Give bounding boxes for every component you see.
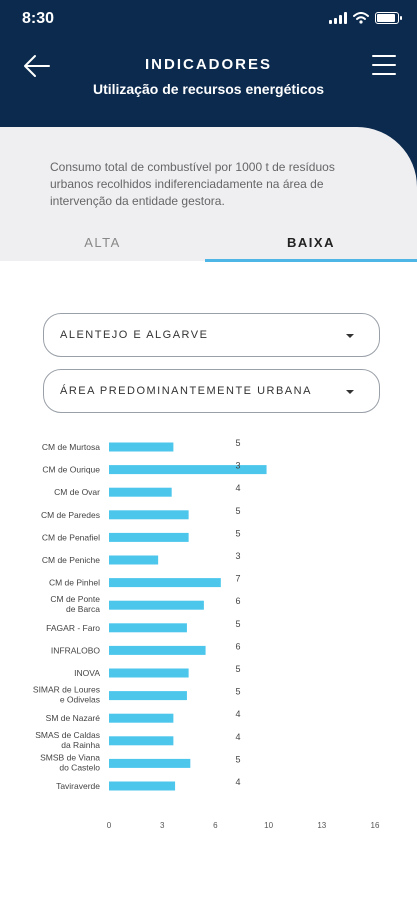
data-label: 6 — [235, 596, 240, 606]
bar — [109, 555, 159, 565]
x-tick-label: 10 — [264, 821, 273, 830]
data-label: 5 — [235, 687, 240, 697]
data-label: 3 — [235, 551, 240, 561]
bar — [109, 487, 172, 497]
bar — [109, 578, 221, 588]
chevron-down-icon — [346, 390, 354, 394]
bar — [109, 781, 176, 791]
chevron-down-icon — [346, 334, 354, 338]
data-label: 4 — [235, 709, 240, 719]
category-label: FAGAR - Faro — [46, 623, 100, 633]
bar — [109, 600, 204, 610]
x-tick-label: 6 — [213, 821, 218, 830]
hamburger-menu-icon[interactable] — [371, 52, 397, 78]
battery-fill — [377, 14, 395, 22]
category-label: Taviraverde — [56, 781, 100, 791]
tab-alta[interactable]: ALTA — [0, 235, 205, 261]
data-label: 5 — [235, 754, 240, 764]
data-label: 4 — [235, 732, 240, 742]
bar — [109, 736, 174, 746]
category-label: CM de Pinhel — [49, 578, 100, 588]
bar — [109, 510, 189, 520]
category-label: SM de Nazaré — [46, 713, 101, 723]
area-type-select-value: ÁREA PREDOMINANTEMENTE URBANA — [60, 385, 312, 397]
bar — [109, 691, 187, 701]
category-label: CM de Peniche — [42, 555, 100, 565]
indicator-description: Consumo total de combustível por 1000 t … — [50, 160, 335, 208]
x-tick-label: 16 — [371, 821, 380, 830]
bar-chart: CM de Murtosa 5 CM de Ourique 3 CM de Ovar 4 C… — [33, 438, 380, 830]
data-label: 5 — [235, 506, 240, 516]
region-select[interactable]: ALENTEJO E ALGARVE — [43, 313, 380, 357]
active-tab-indicator — [205, 259, 417, 262]
page-title: INDICADORES — [144, 56, 272, 73]
category-label: CM de Ovar — [54, 487, 100, 497]
data-label: 3 — [235, 461, 240, 471]
data-label: 4 — [235, 483, 240, 493]
x-tick-label: 0 — [107, 821, 112, 830]
category-label: CM de Penafiel — [42, 532, 100, 542]
bar — [109, 532, 189, 542]
data-label: 5 — [235, 664, 240, 674]
bar — [109, 645, 206, 655]
bar — [109, 668, 189, 678]
data-label: 5 — [235, 438, 240, 448]
category-label: CM de Murtosa — [42, 442, 100, 452]
bar — [109, 442, 174, 452]
status-icons — [329, 12, 402, 24]
category-label: INOVA — [74, 668, 100, 678]
data-label: 6 — [235, 641, 240, 651]
signal-icon — [329, 12, 347, 24]
battery-icon — [375, 12, 402, 24]
data-label: 4 — [235, 777, 240, 787]
tab-baixa[interactable]: BAIXA — [205, 235, 417, 261]
bar — [109, 623, 187, 633]
page-subtitle: Utilização de recursos energéticos — [92, 81, 325, 97]
bar — [109, 758, 191, 768]
data-label: 7 — [235, 574, 240, 584]
info-card: Consumo total de combustível por 1000 t … — [0, 127, 417, 261]
region-select-value: ALENTEJO E ALGARVE — [60, 329, 209, 341]
category-label: SMAS de Caldas da Rainha — [35, 730, 100, 750]
x-tick-label: 13 — [317, 821, 326, 830]
data-label: 5 — [235, 528, 240, 538]
category-label: CM de Paredes — [41, 510, 100, 520]
status-bar: 8:30 — [0, 0, 417, 38]
area-type-select[interactable]: ÁREA PREDOMINANTEMENTE URBANA — [43, 369, 380, 413]
category-label: INFRALOBO — [51, 645, 101, 655]
status-time: 8:30 — [22, 10, 55, 27]
category-label: SMSB de Viana do Castelo — [40, 752, 100, 772]
x-tick-label: 3 — [160, 821, 165, 830]
data-label: 5 — [235, 619, 240, 629]
bar — [109, 713, 174, 723]
bar — [109, 465, 267, 475]
category-label: CM de Ourique — [42, 465, 100, 475]
wifi-icon — [353, 12, 369, 24]
category-label: CM de Ponte de Barca — [50, 594, 100, 614]
category-label: SIMAR de Loures e Odivelas — [33, 685, 100, 705]
